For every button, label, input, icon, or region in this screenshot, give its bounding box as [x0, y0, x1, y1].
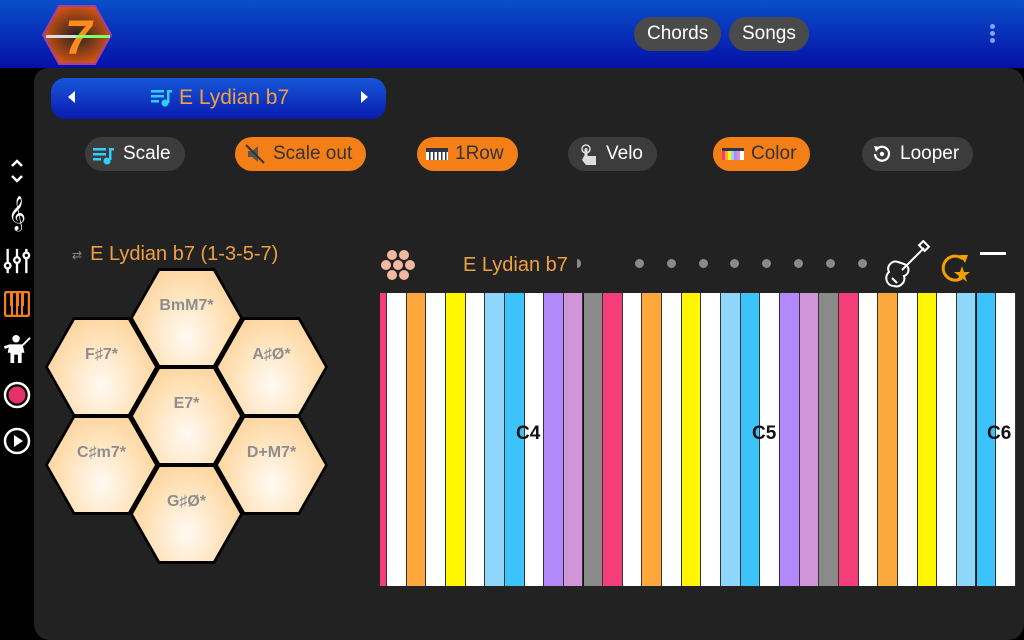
velo-button-label: Velo: [606, 143, 643, 164]
key-stripe-lavender[interactable]: [563, 293, 584, 586]
velo-button[interactable]: Velo: [568, 137, 657, 171]
key-stripe-orange[interactable]: [878, 293, 898, 586]
page-dot[interactable]: [635, 259, 644, 268]
treble-clef-icon[interactable]: 𝄞: [3, 197, 31, 230]
key-stripe-yellow[interactable]: [445, 293, 466, 586]
one-row-button-label: 1Row: [455, 143, 504, 164]
key-stripe-partial[interactable]: [380, 293, 387, 586]
piano-icon[interactable]: [3, 289, 31, 319]
looper-button[interactable]: Looper: [862, 137, 974, 171]
chord-set-title: ⇄ E Lydian b7 (1-3-5-7): [72, 243, 278, 266]
key-stripe-white[interactable]: [897, 293, 918, 586]
top-bar: 7 Chords Songs: [0, 0, 1024, 68]
more-vertical-icon[interactable]: [985, 24, 999, 46]
songs-button[interactable]: Songs: [729, 17, 809, 51]
guitar-icon[interactable]: [880, 239, 932, 297]
key-stripe-white[interactable]: [937, 293, 957, 586]
scale-button-label: Scale: [123, 143, 171, 164]
playlist-music-icon: [151, 88, 173, 108]
chord-label: BmM7*: [159, 297, 214, 314]
key-stripe-lightblue[interactable]: [956, 293, 977, 586]
color-button-label: Color: [751, 143, 797, 164]
sidebar: 𝄞: [0, 68, 34, 640]
key-stripe-white[interactable]: [426, 293, 446, 586]
looper-icon: [870, 143, 894, 165]
octave-label-c5: C5: [752, 423, 777, 444]
octave-label-c6: C6: [987, 423, 1012, 444]
chord-label: F♯7*: [85, 346, 118, 363]
minimize-icon[interactable]: [980, 252, 1006, 255]
playlist-music-icon: [93, 143, 117, 165]
key-stripe-white[interactable]: [662, 293, 682, 586]
scale-out-button-label: Scale out: [273, 143, 353, 164]
one-row-button[interactable]: 1Row: [417, 137, 518, 171]
expand-collapse-icon[interactable]: [3, 156, 31, 186]
color-button[interactable]: Color: [713, 137, 811, 171]
key-stripe-lightblue[interactable]: [485, 293, 505, 586]
refresh-favorite-icon[interactable]: [936, 251, 972, 290]
key-stripe-orange[interactable]: [406, 293, 427, 586]
key-stripe-pink[interactable]: [838, 293, 859, 586]
key-stripe-purple[interactable]: [544, 293, 564, 586]
key-stripe-white[interactable]: [465, 293, 486, 586]
app-logo: 7: [41, 4, 113, 66]
key-stripe-orange[interactable]: [642, 293, 663, 586]
key-stripe-gray[interactable]: [819, 293, 839, 586]
octave-label-c4: C4: [516, 423, 541, 444]
color-keyboard[interactable]: C4 C5 C6: [380, 293, 1016, 586]
chords-button[interactable]: Chords: [634, 17, 722, 51]
key-stripe-purple[interactable]: [780, 293, 800, 586]
touch-icon: [576, 143, 600, 165]
play-icon[interactable]: [3, 426, 31, 456]
mixer-sliders-icon[interactable]: [3, 246, 31, 276]
mute-icon: [243, 143, 267, 165]
scale-title: E Lydian b7: [179, 86, 290, 109]
hex-layout-icon[interactable]: [380, 247, 416, 288]
svg-text:7: 7: [65, 12, 94, 65]
keyboard-icon: [425, 143, 449, 165]
scale-button[interactable]: Scale: [85, 137, 185, 171]
chord-label: C♯m7*: [77, 444, 126, 461]
key-stripe-yellow[interactable]: [917, 293, 938, 586]
next-scale-arrow-icon[interactable]: [361, 91, 368, 103]
chord-label: D+M7*: [246, 444, 297, 461]
chord-set-title-text: E Lydian b7 (1-3-5-7): [90, 243, 279, 265]
chord-label: A♯Ø*: [252, 346, 291, 363]
key-stripe-yellow[interactable]: [681, 293, 702, 586]
key-stripe-white[interactable]: [858, 293, 879, 586]
key-stripe-white[interactable]: [387, 293, 407, 586]
page-dot[interactable]: [666, 259, 676, 268]
page-dot[interactable]: [698, 259, 708, 268]
conductor-icon[interactable]: [3, 334, 31, 364]
key-stripe-pink[interactable]: [603, 293, 623, 586]
page-dot[interactable]: [825, 259, 835, 268]
scale-selector[interactable]: E Lydian b7: [51, 78, 386, 119]
chord-hex-grid: BmM7* F♯7* A♯Ø* E7* C♯m7* D+M7* G♯Ø*: [40, 266, 340, 564]
previous-scale-arrow-icon[interactable]: [68, 91, 75, 103]
key-stripe-white[interactable]: [701, 293, 722, 586]
chord-label: G♯Ø*: [166, 493, 207, 510]
color-bars-icon: [721, 143, 745, 165]
keyboard-scale-title: E Lydian b7: [463, 254, 568, 276]
looper-button-label: Looper: [900, 143, 960, 164]
page-dot[interactable]: [794, 259, 803, 268]
record-icon[interactable]: [3, 380, 31, 410]
scale-out-button[interactable]: Scale out: [235, 137, 367, 171]
key-stripe-gray[interactable]: [583, 293, 604, 586]
chord-label: E7*: [173, 395, 200, 412]
page-dot[interactable]: [857, 259, 867, 268]
key-stripe-lavender[interactable]: [799, 293, 820, 586]
key-stripe-white[interactable]: [622, 293, 643, 586]
key-stripe-lightblue[interactable]: [721, 293, 741, 586]
swap-icon[interactable]: ⇄: [72, 248, 82, 262]
